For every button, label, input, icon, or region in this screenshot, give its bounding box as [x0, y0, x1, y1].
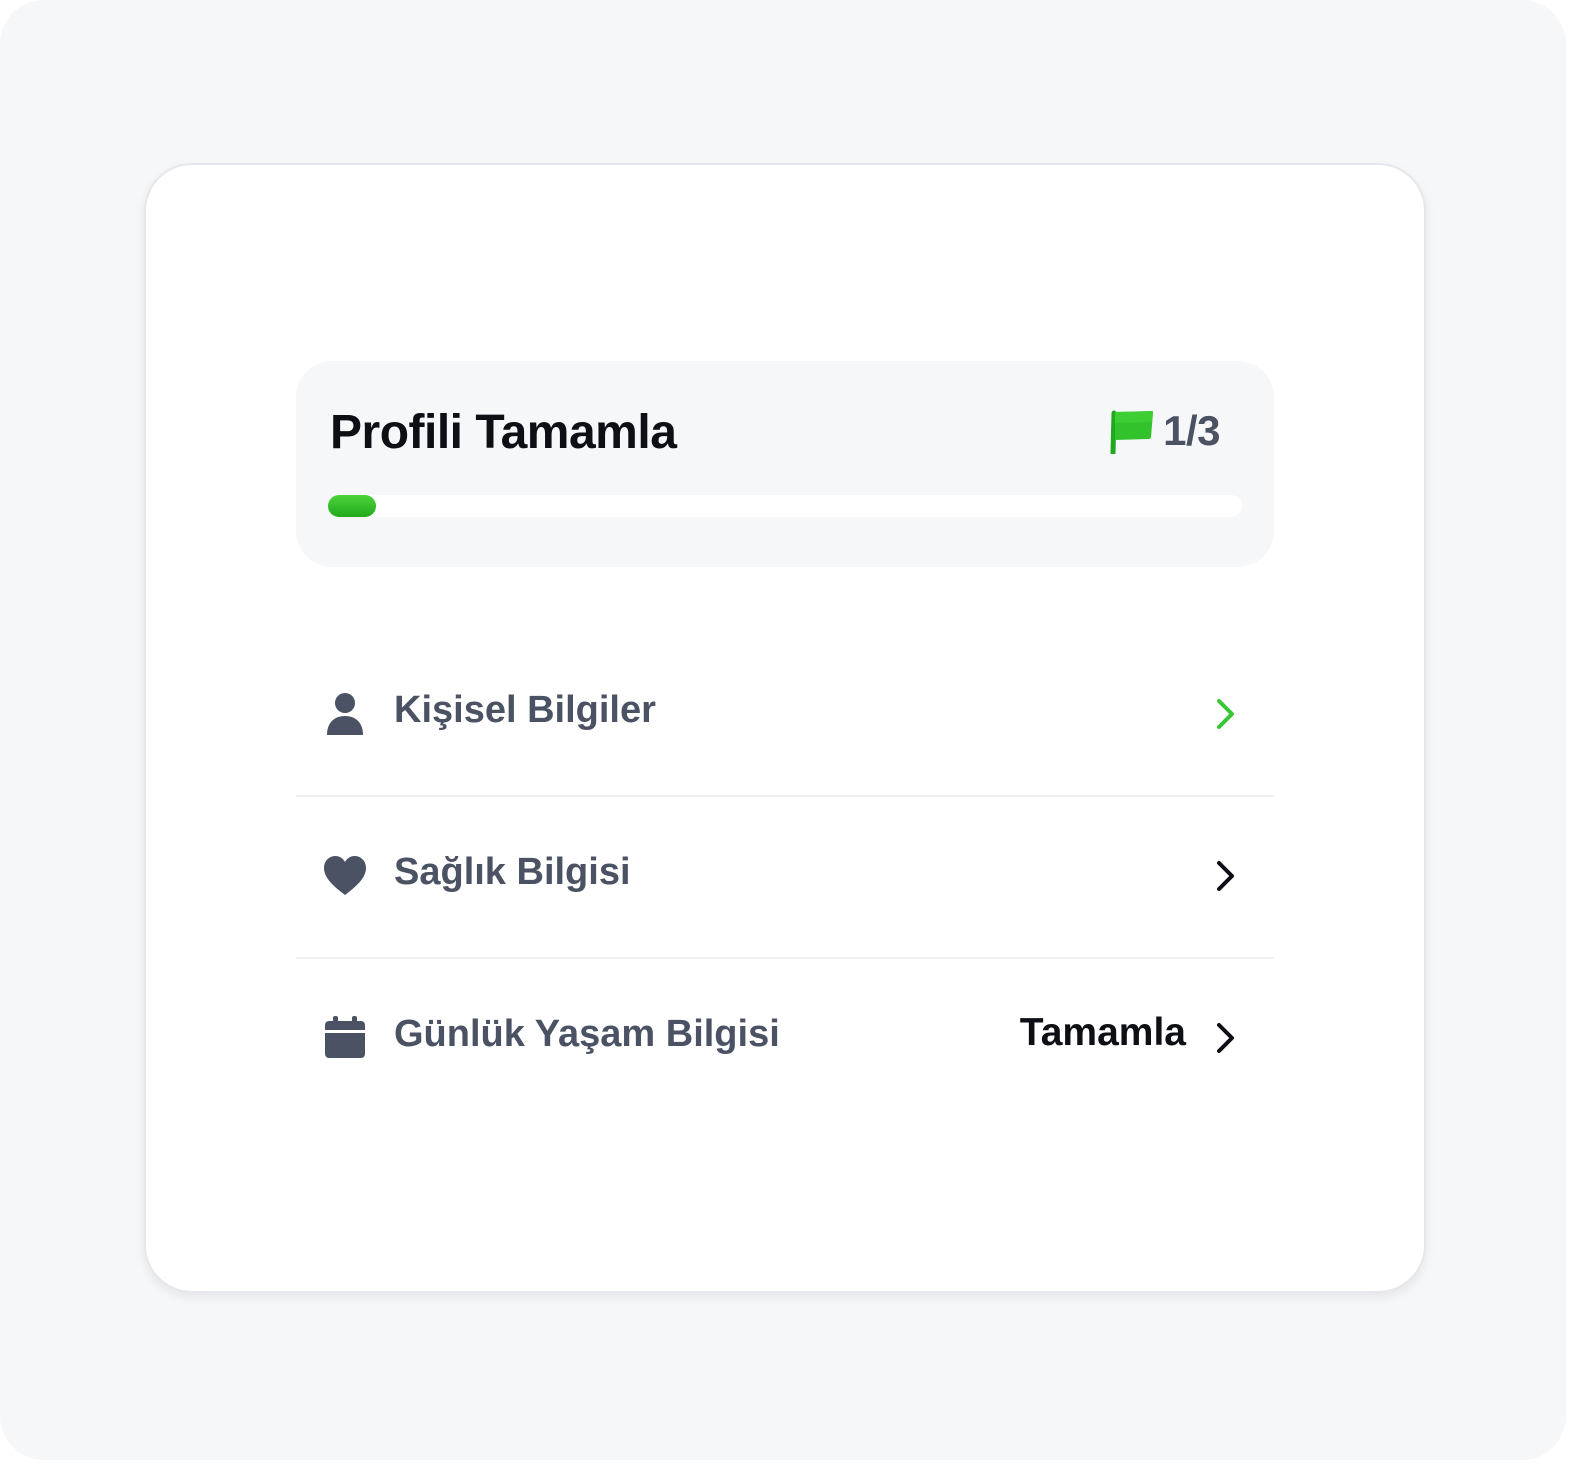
- chevron-right-icon[interactable]: [1214, 859, 1238, 893]
- chevron-right-icon[interactable]: [1214, 697, 1238, 731]
- step-label: Kişisel Bilgiler: [394, 689, 656, 731]
- person-icon: [327, 693, 363, 735]
- chevron-right-icon[interactable]: [1214, 1021, 1238, 1055]
- step-list: Kişisel Bilgiler Sağlık Bilgisi Günlük Y…: [296, 635, 1274, 1121]
- progress-title: Profili Tamamla: [330, 406, 677, 459]
- heart-icon: [324, 856, 366, 895]
- step-row-daily-life-info[interactable]: Günlük Yaşam Bilgisi Tamamla: [296, 959, 1274, 1121]
- flag-icon: [1110, 410, 1154, 454]
- profile-completion-card: Profili Tamamla 1/3 Kişisel Bilgiler Sağ…: [144, 163, 1426, 1293]
- progress-panel: Profili Tamamla 1/3: [296, 361, 1274, 567]
- complete-action-link[interactable]: Tamamla: [1020, 1011, 1186, 1055]
- progress-count: 1/3: [1163, 407, 1220, 454]
- step-label: Sağlık Bilgisi: [394, 851, 631, 893]
- progress-bar-fill: [328, 495, 376, 517]
- step-label: Günlük Yaşam Bilgisi: [394, 1013, 780, 1055]
- step-row-health-info[interactable]: Sağlık Bilgisi: [296, 797, 1274, 959]
- page-background: Profili Tamamla 1/3 Kişisel Bilgiler Sağ…: [0, 0, 1566, 1460]
- calendar-icon: [325, 1016, 365, 1058]
- step-row-personal-info[interactable]: Kişisel Bilgiler: [296, 635, 1274, 797]
- progress-bar: [328, 495, 1242, 517]
- progress-count-group: 1/3: [1109, 407, 1220, 455]
